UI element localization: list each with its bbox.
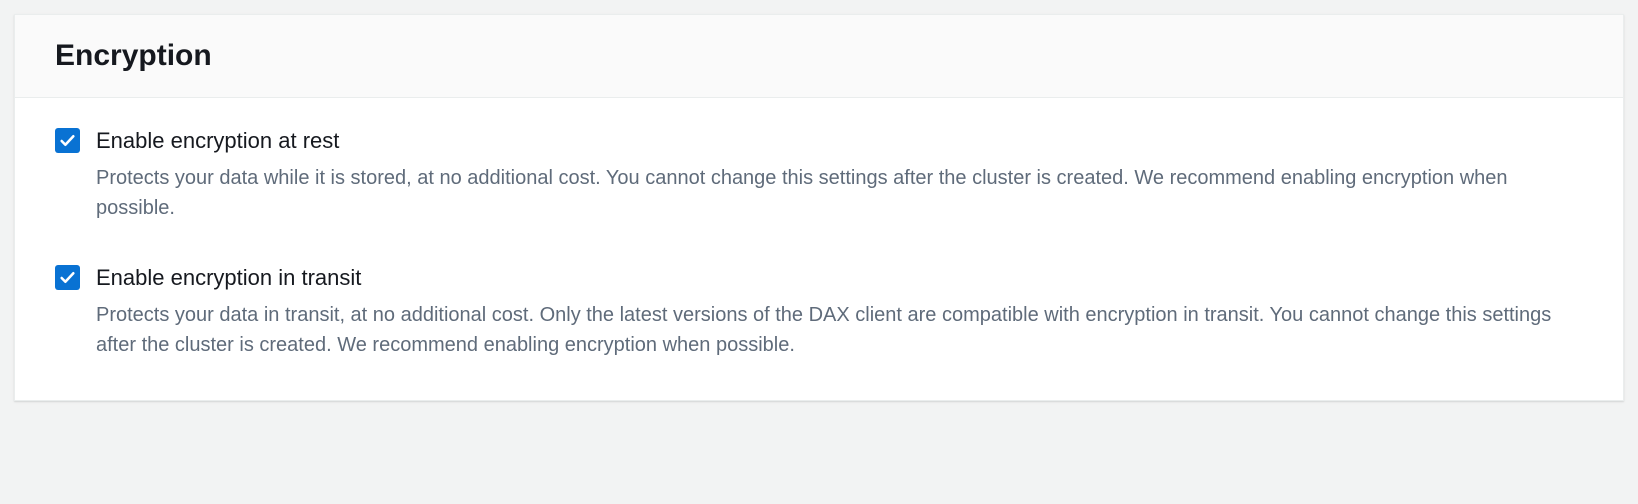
check-icon bbox=[59, 132, 76, 149]
option-label-encryption-at-rest[interactable]: Enable encryption at rest bbox=[96, 126, 1583, 157]
checkbox-encryption-at-rest[interactable] bbox=[55, 128, 80, 153]
encryption-panel: Encryption Enable encryption at rest Pro… bbox=[14, 14, 1624, 401]
check-icon bbox=[59, 269, 76, 286]
option-encryption-at-rest: Enable encryption at rest Protects your … bbox=[55, 126, 1583, 223]
panel-body: Enable encryption at rest Protects your … bbox=[15, 98, 1623, 400]
option-label-encryption-in-transit[interactable]: Enable encryption in transit bbox=[96, 263, 1583, 294]
panel-header: Encryption bbox=[15, 15, 1623, 98]
panel-title: Encryption bbox=[55, 39, 1583, 73]
checkbox-encryption-in-transit[interactable] bbox=[55, 265, 80, 290]
option-description: Protects your data in transit, at no add… bbox=[96, 300, 1583, 360]
option-encryption-in-transit: Enable encryption in transit Protects yo… bbox=[55, 263, 1583, 360]
option-description: Protects your data while it is stored, a… bbox=[96, 163, 1583, 223]
option-text: Enable encryption in transit Protects yo… bbox=[96, 263, 1583, 360]
option-text: Enable encryption at rest Protects your … bbox=[96, 126, 1583, 223]
page: Encryption Enable encryption at rest Pro… bbox=[0, 0, 1638, 415]
